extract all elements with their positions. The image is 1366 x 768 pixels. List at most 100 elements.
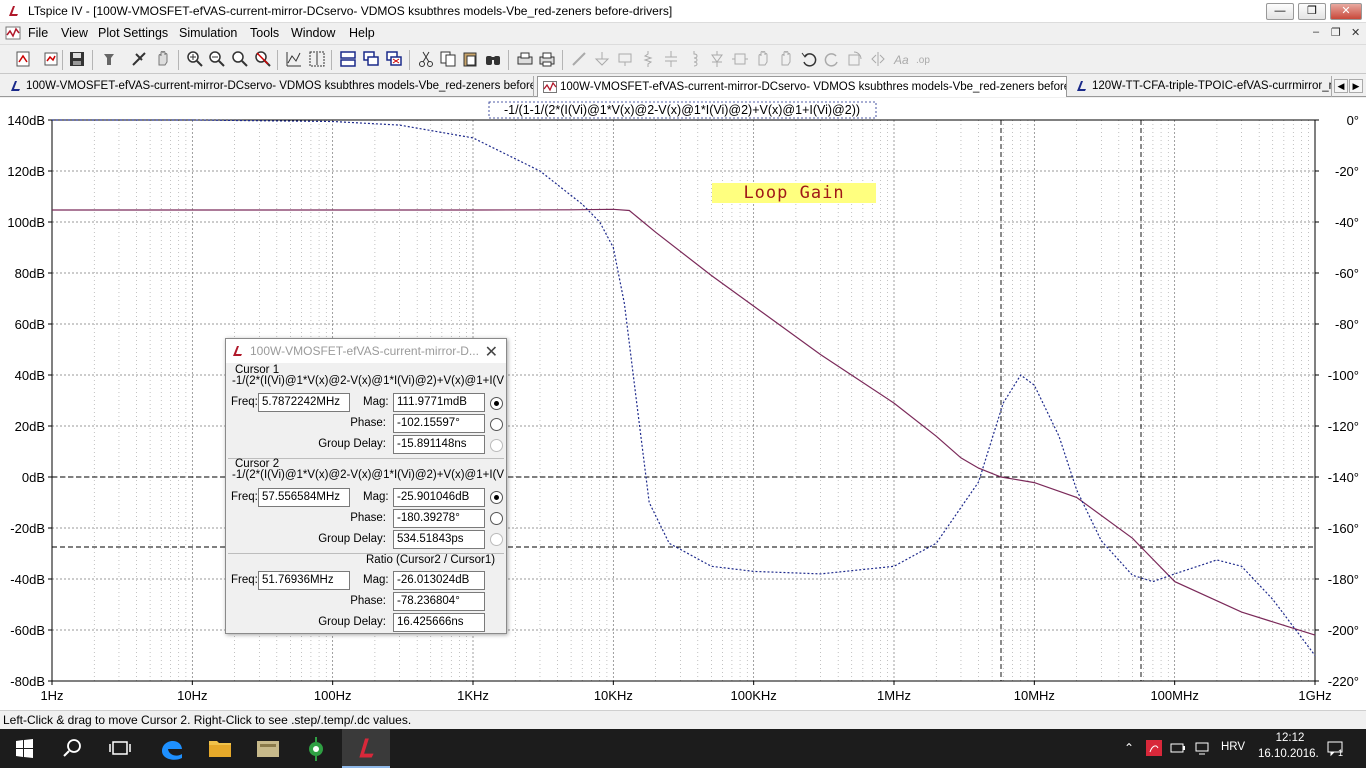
zoom-cancel-icon[interactable] bbox=[254, 50, 272, 68]
tab-waveform[interactable]: 100W-VMOSFET-efVAS-current-mirror-DCserv… bbox=[537, 76, 1067, 97]
cursor1-mag-field[interactable]: 111.9771mdB bbox=[393, 393, 485, 412]
minimize-button[interactable]: — bbox=[1266, 3, 1294, 20]
network-tray-icon[interactable] bbox=[1194, 740, 1210, 756]
cascade-icon[interactable] bbox=[362, 50, 380, 68]
green-app-icon[interactable] bbox=[292, 729, 340, 768]
mark-cursor-icon[interactable] bbox=[308, 50, 326, 68]
menu-view[interactable]: View bbox=[61, 26, 88, 40]
new-schematic-icon[interactable] bbox=[14, 50, 32, 68]
control-panel-icon[interactable] bbox=[100, 50, 118, 68]
waveform-doc-icon[interactable] bbox=[5, 25, 21, 41]
tab-schematic-2[interactable]: 120W-TT-CFA-triple-TPOIC-efVAS-currmirro… bbox=[1070, 76, 1332, 97]
zoom-out-icon[interactable] bbox=[208, 50, 226, 68]
clock-time[interactable]: 12:12 bbox=[1270, 732, 1310, 744]
undo-icon[interactable] bbox=[800, 50, 818, 68]
cursor2-mag-radio[interactable] bbox=[490, 491, 503, 504]
ratio-group-delay-field[interactable]: 16.425666ns bbox=[393, 613, 485, 632]
tab-schematic[interactable]: 100W-VMOSFET-efVAS-current-mirror-DCserv… bbox=[4, 76, 534, 97]
start-icon[interactable] bbox=[0, 729, 48, 768]
y-right-tick-label: -100° bbox=[1328, 368, 1359, 383]
cut-icon[interactable] bbox=[417, 50, 435, 68]
status-bar: Left-Click & drag to move Cursor 2. Righ… bbox=[0, 710, 1366, 729]
close-button[interactable]: ✕ bbox=[1330, 3, 1362, 20]
edge-browser-icon[interactable] bbox=[148, 729, 196, 768]
move-icon bbox=[758, 51, 768, 66]
ratio-phase-label: Phase: bbox=[350, 595, 386, 607]
language-indicator[interactable]: HRV bbox=[1221, 741, 1245, 753]
menu-file[interactable]: File bbox=[28, 26, 48, 40]
waveform-plot-pane[interactable]: 140dB 120dB 100dB 80dB 60dB 40dB 20dB 0dB -20dB -… bbox=[0, 98, 1366, 710]
maximize-button[interactable]: ❐ bbox=[1298, 3, 1326, 20]
ratio-freq-field[interactable]: 51.76936MHz bbox=[258, 571, 350, 590]
cursor2-mag-field[interactable]: -25.901046dB bbox=[393, 488, 485, 507]
toolbar-separator bbox=[178, 50, 179, 70]
open-icon[interactable] bbox=[42, 50, 60, 68]
folder-app-icon[interactable] bbox=[244, 729, 292, 768]
dialog-titlebar[interactable]: 100W-VMOSFET-efVAS-current-mirror-D... ✕ bbox=[226, 339, 506, 363]
menu-help[interactable]: Help bbox=[349, 26, 375, 40]
task-view-icon[interactable] bbox=[96, 729, 144, 768]
cursor1-group-delay-field[interactable]: -15.891148ns bbox=[393, 435, 485, 454]
close-all-icon[interactable] bbox=[385, 50, 403, 68]
mdi-restore-button[interactable]: ❐ bbox=[1331, 26, 1341, 39]
autorange-icon[interactable] bbox=[285, 50, 303, 68]
menu-window[interactable]: Window bbox=[291, 26, 335, 40]
capacitor-icon bbox=[665, 51, 677, 67]
notifications-icon[interactable]: 1 bbox=[1326, 739, 1344, 757]
cursor2-gd-radio[interactable] bbox=[490, 533, 503, 546]
cursor1-mag-label: Mag: bbox=[363, 396, 389, 408]
save-icon[interactable] bbox=[68, 50, 86, 68]
cursor1-group-delay-label: Group Delay: bbox=[318, 438, 386, 450]
tile-horizontal-icon[interactable] bbox=[339, 50, 357, 68]
print-preview-icon[interactable] bbox=[516, 50, 534, 68]
tab-scroll-right-icon[interactable]: ▶ bbox=[1349, 79, 1363, 93]
find-icon[interactable] bbox=[484, 50, 502, 68]
cursor1-freq-field[interactable]: 5.7872242MHz bbox=[258, 393, 350, 412]
svg-text:.op: .op bbox=[916, 55, 930, 66]
x-tick-label: 10MHz bbox=[1014, 688, 1055, 703]
ratio-phase-field[interactable]: -78.236804° bbox=[393, 592, 485, 611]
cursor2-phase-radio[interactable] bbox=[490, 512, 503, 525]
x-tick-label: 1GHz bbox=[1298, 688, 1331, 703]
document-tab-bar: 100W-VMOSFET-efVAS-current-mirror-DCserv… bbox=[0, 75, 1366, 97]
ltspice-taskbar-icon[interactable] bbox=[342, 729, 390, 768]
cursor2-phase-field[interactable]: -180.39278° bbox=[393, 509, 485, 528]
cursor1-gd-radio[interactable] bbox=[490, 439, 503, 452]
dialog-close-button[interactable]: ✕ bbox=[485, 342, 498, 362]
mdi-minimize-button[interactable]: – bbox=[1313, 26, 1319, 38]
power-tray-icon[interactable] bbox=[1170, 741, 1186, 755]
menu-simulation[interactable]: Simulation bbox=[179, 26, 237, 40]
cursor2-group-delay-field[interactable]: 534.51843ps bbox=[393, 530, 485, 549]
trace-expression-label[interactable]: -1/(1-1/(2*(I(Vi)@1*V(x)@2-V(x)@1*I(Vi)@… bbox=[504, 103, 860, 117]
loop-gain-annotation[interactable]: Loop Gain bbox=[743, 183, 844, 203]
clock-date[interactable]: 16.10.2016. bbox=[1258, 748, 1319, 760]
copy-icon[interactable] bbox=[439, 50, 457, 68]
tray-chevron-icon[interactable]: ⌃ bbox=[1124, 741, 1134, 755]
cursor1-freq-label: Freq: bbox=[231, 396, 258, 408]
toolbar-separator bbox=[331, 50, 332, 70]
run-icon[interactable] bbox=[130, 50, 148, 68]
menu-tools[interactable]: Tools bbox=[250, 26, 279, 40]
bode-plot[interactable]: 140dB 120dB 100dB 80dB 60dB 40dB 20dB 0dB -20dB -… bbox=[0, 98, 1366, 710]
halt-icon[interactable] bbox=[154, 50, 172, 68]
zoom-fit-icon[interactable] bbox=[231, 50, 249, 68]
ratio-group-delay-label: Group Delay: bbox=[318, 616, 386, 628]
cursor2-freq-field[interactable]: 57.556584MHz bbox=[258, 488, 350, 507]
menu-plot-settings[interactable]: Plot Settings bbox=[98, 26, 168, 40]
mdi-close-button[interactable]: ✕ bbox=[1351, 26, 1360, 39]
y-left-tick-label: 0dB bbox=[22, 470, 45, 485]
tab-scroll-left-icon[interactable]: ◀ bbox=[1334, 79, 1348, 93]
ratio-mag-field[interactable]: -26.013024dB bbox=[393, 571, 485, 590]
toolbar-separator bbox=[277, 50, 278, 70]
search-icon[interactable] bbox=[48, 729, 96, 768]
acrobat-tray-icon[interactable] bbox=[1146, 740, 1162, 756]
y-left-tick-label: 20dB bbox=[15, 419, 45, 434]
paste-icon[interactable] bbox=[461, 50, 479, 68]
zoom-in-icon[interactable] bbox=[186, 50, 204, 68]
cursor1-phase-radio[interactable] bbox=[490, 418, 503, 431]
cursor1-phase-field[interactable]: -102.15597° bbox=[393, 414, 485, 433]
print-icon[interactable] bbox=[538, 50, 556, 68]
cursor1-mag-radio[interactable] bbox=[490, 397, 503, 410]
y-left-tick-label: -20dB bbox=[10, 521, 45, 536]
file-explorer-icon[interactable] bbox=[196, 729, 244, 768]
